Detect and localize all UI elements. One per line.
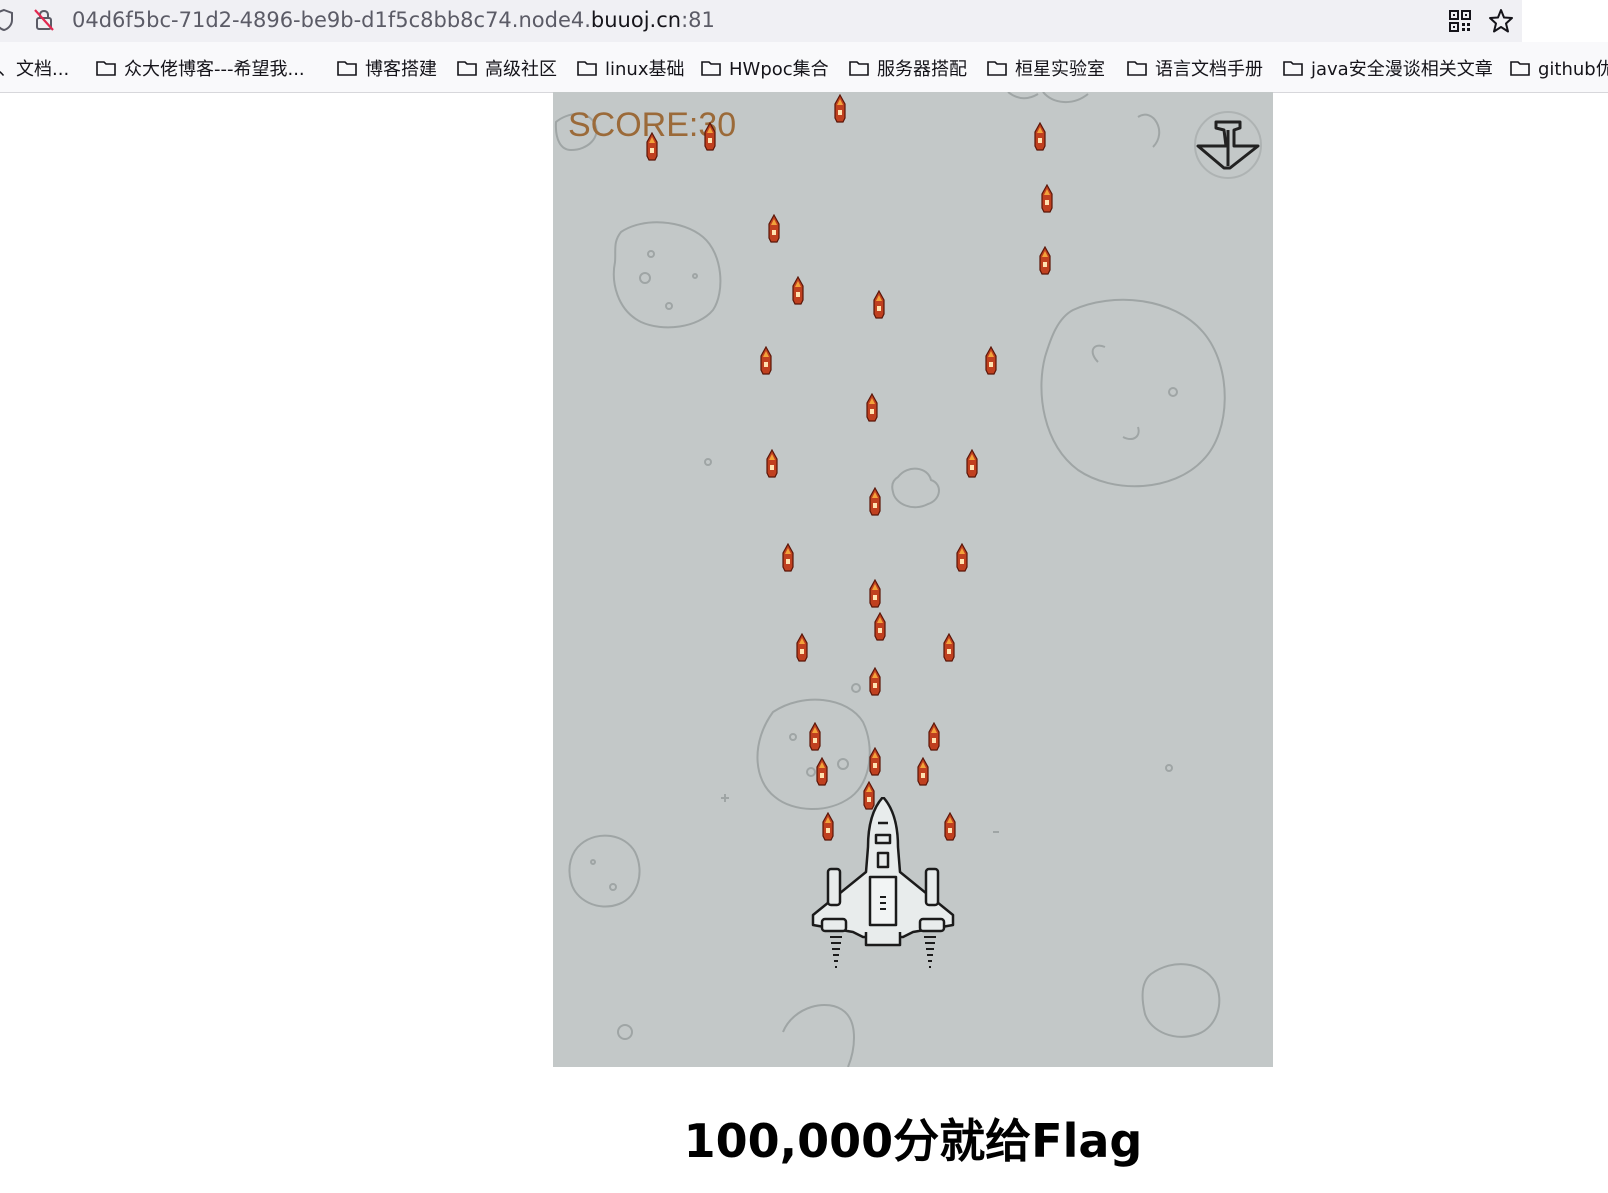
enemy-bullet: [766, 449, 778, 478]
folder-icon: [849, 61, 869, 76]
bookmark-label: java安全漫谈相关文章: [1311, 59, 1493, 80]
player-spaceship[interactable]: [808, 797, 958, 987]
bookmark-folder[interactable]: 语言文档手册: [1127, 56, 1263, 80]
enemy-bullet: [869, 747, 881, 776]
enemy-bullet: [1039, 246, 1051, 275]
asteroid: [612, 221, 722, 329]
bookmark-label: github优: [1538, 59, 1608, 80]
bookmark-folder[interactable]: 众大佬博客---希望我...: [96, 56, 305, 80]
bookmark-label: 博客搭建: [365, 59, 437, 80]
enemy-bullet: [809, 722, 821, 751]
bookmark-label: 桓星实验室: [1015, 59, 1105, 80]
enemy-bullet: [834, 94, 846, 123]
qr-code-icon[interactable]: [1449, 10, 1471, 32]
asteroid: [1141, 963, 1221, 1038]
folder-icon: [987, 61, 1007, 76]
enemy-bullet: [646, 132, 658, 161]
bookmark-label: linux基础: [605, 59, 685, 80]
bookmark-label: HWpoc集合: [729, 59, 829, 80]
url-prefix: 04d6f5bc-71d2-4896-be9b-d1f5c8bb8c74.nod…: [72, 8, 591, 32]
url-port: :81: [681, 8, 715, 32]
folder-icon: [337, 61, 357, 76]
bookmark-folder[interactable]: 桓星实验室: [987, 56, 1105, 80]
enemy-bullet: [796, 633, 808, 662]
enemy-bullet: [874, 612, 886, 641]
enemy-bullet: [943, 633, 955, 662]
enemy-bullet: [928, 722, 940, 751]
folder-icon: [1510, 61, 1530, 76]
enemy-bullet: [792, 276, 804, 305]
bookmark-label: 服务器搭配: [877, 59, 967, 80]
enemy-bullet: [869, 579, 881, 608]
folder-icon: [577, 61, 597, 76]
insecure-lock-icon[interactable]: [33, 8, 55, 32]
pause-plane-icon[interactable]: [1188, 110, 1268, 180]
bookmark-item[interactable]: 、文档...: [0, 56, 69, 80]
page-heading: 100,000分就给Flag: [683, 1114, 1143, 1168]
folder-icon: [1127, 61, 1147, 76]
bookmark-folder[interactable]: github优: [1510, 56, 1608, 80]
enemy-bullet: [873, 290, 885, 319]
folder-icon: [457, 61, 477, 76]
enemy-bullet: [1034, 122, 1046, 151]
bookmark-folder[interactable]: java安全漫谈相关文章: [1283, 56, 1493, 80]
bookmark-folder[interactable]: 博客搭建: [337, 56, 437, 80]
enemy-bullet: [866, 393, 878, 422]
asteroid: [782, 1003, 855, 1067]
enemy-bullet: [985, 346, 997, 375]
enemy-bullet: [768, 214, 780, 243]
folder-icon: [701, 61, 721, 76]
address-bar[interactable]: 04d6f5bc-71d2-4896-be9b-d1f5c8bb8c74.nod…: [0, 0, 1522, 42]
enemy-bullet: [869, 667, 881, 696]
enemy-bullet: [760, 346, 772, 375]
folder-icon: [96, 61, 116, 76]
bookmark-label: 高级社区: [485, 59, 557, 80]
bookmark-folder[interactable]: 高级社区: [457, 56, 557, 80]
enemy-bullet: [704, 122, 716, 151]
enemy-bullet: [816, 757, 828, 786]
game-canvas[interactable]: SCORE:30: [553, 92, 1273, 1067]
enemy-bullet: [956, 543, 968, 572]
bookmark-folder[interactable]: 服务器搭配: [849, 56, 967, 80]
bookmark-folder[interactable]: linux基础: [577, 56, 684, 80]
enemy-bullet: [869, 487, 881, 516]
enemy-bullet: [782, 543, 794, 572]
bookmark-label: 语言文档手册: [1155, 59, 1263, 80]
url-field[interactable]: 04d6f5bc-71d2-4896-be9b-d1f5c8bb8c74.nod…: [72, 8, 715, 32]
bookmark-folder[interactable]: HWpoc集合: [701, 56, 829, 80]
asteroid: [1040, 298, 1226, 488]
asteroid: [756, 698, 871, 810]
bookmark-label: 众大佬博客---希望我...: [124, 59, 305, 80]
bookmark-star-icon[interactable]: [1488, 8, 1514, 34]
bookmark-label: 、文档...: [0, 59, 70, 80]
folder-icon: [1283, 61, 1303, 76]
url-host: buuoj.cn: [590, 8, 682, 32]
bookmarks-toolbar: 、文档... 众大佬博客---希望我... 博客搭建 高级社区 linux基础 …: [0, 42, 1608, 93]
enemy-bullet: [917, 757, 929, 786]
enemy-bullet: [1041, 184, 1053, 213]
shield-icon[interactable]: [0, 8, 14, 32]
asteroid: [568, 834, 641, 908]
enemy-bullet: [966, 449, 978, 478]
